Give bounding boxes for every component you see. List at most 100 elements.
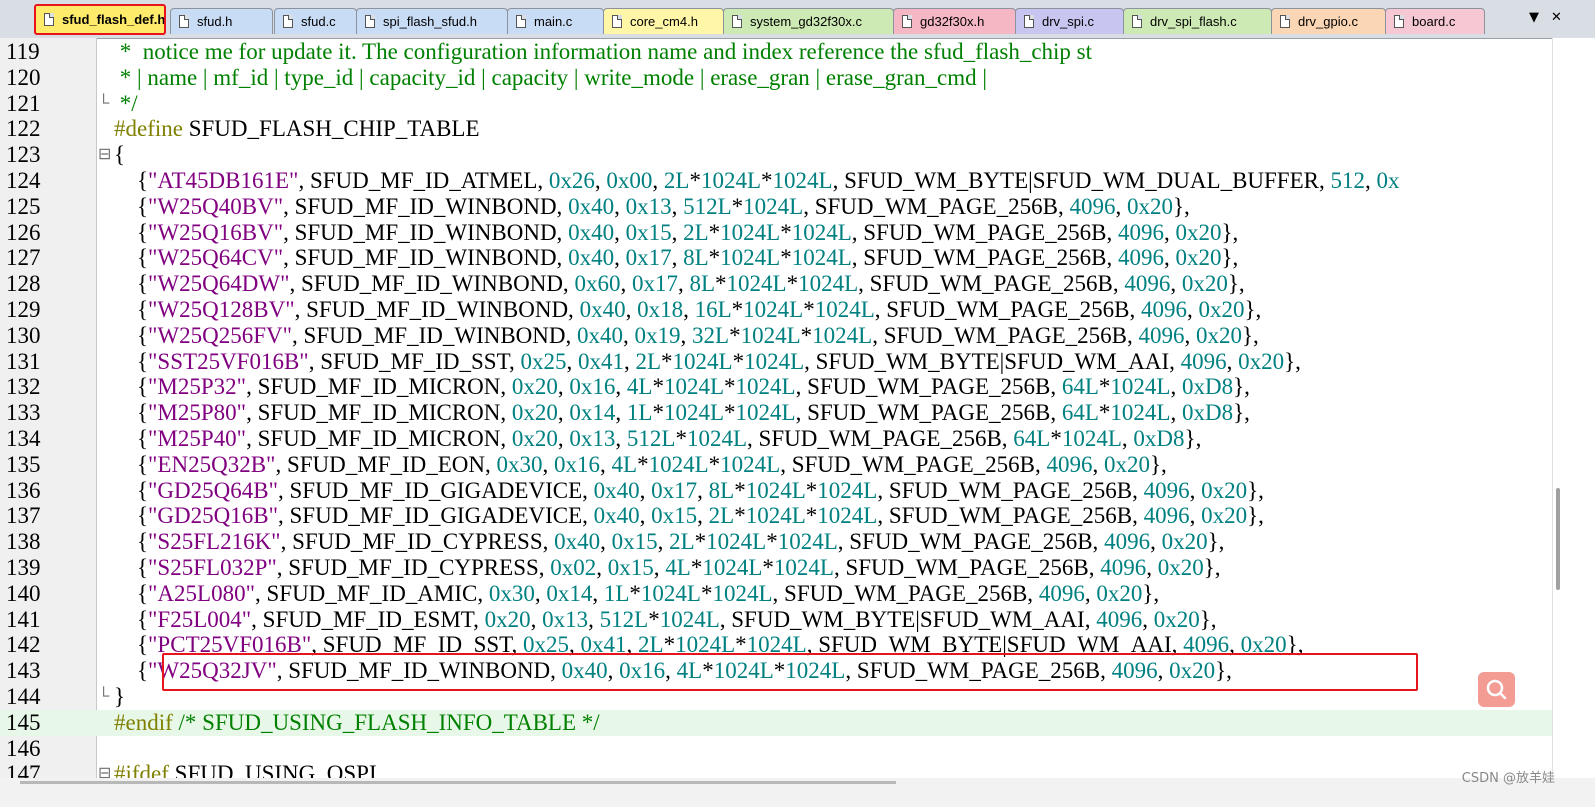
token: 0x15 <box>611 529 658 555</box>
code-line[interactable]: 134 {"M25P40", SFUD_MF_ID_MICRON, 0x20, … <box>0 426 1552 452</box>
token: 0x20 <box>1153 606 1200 632</box>
code-line[interactable]: 126 {"W25Q16BV", SFUD_MF_ID_WINBOND, 0x4… <box>0 220 1552 246</box>
tab-drv-spi-flash-c[interactable]: drv_spi_flash.c <box>1123 8 1272 34</box>
token: 1024L <box>745 477 806 503</box>
code-line[interactable]: 121 └ */ <box>0 91 1552 117</box>
token: , <box>557 400 570 426</box>
token: , <box>1365 168 1377 193</box>
code-line[interactable]: 127 {"W25Q64CV", SFUD_MF_ID_WINBOND, 0x4… <box>0 245 1552 271</box>
tab-gd32f30x-h[interactable]: gd32f30x.h <box>893 8 1016 34</box>
token: , SFUD_MF_ID_AMIC, <box>254 580 489 606</box>
fold-toggle-icon[interactable]: ⊟ <box>98 142 111 168</box>
token: * <box>694 529 707 555</box>
token: 1024L <box>740 322 801 348</box>
token: 0x30 <box>496 451 543 477</box>
code-line[interactable]: 128 {"W25Q64DW", SFUD_MF_ID_WINBOND, 0x6… <box>0 271 1552 297</box>
code-line[interactable]: 137 {"GD25Q16B", SFUD_MF_ID_GIGADEVICE, … <box>0 503 1552 529</box>
tab-sfud-h[interactable]: sfud.h <box>170 8 273 34</box>
fold-toggle-icon[interactable]: ⊟ <box>98 761 111 778</box>
token: 4096 <box>1038 580 1085 606</box>
line-number: 139 <box>6 555 41 580</box>
token: "GD25Q16B" <box>148 503 278 529</box>
token: , SFUD_WM_PAGE_256B, <box>795 400 1062 426</box>
token: * <box>661 348 673 374</box>
line-number: 125 <box>6 193 41 219</box>
tab-system-gd32f30x-c[interactable]: system_gd32f30x.c <box>723 8 894 34</box>
code-line[interactable]: 135 {"EN25Q32B", SFUD_MF_ID_EON, 0x30, 0… <box>0 452 1552 478</box>
horizontal-scrollbar-thumb[interactable] <box>20 781 896 784</box>
token: 0x20 <box>511 400 558 426</box>
search-float-button[interactable] <box>1478 672 1515 707</box>
code-line[interactable]: 130 {"W25Q256FV", SFUD_MF_ID_WINBOND, 0x… <box>0 323 1552 349</box>
line-number: 145 <box>6 709 41 735</box>
tab-spi-flash-sfud-h[interactable]: spi_flash_sfud.h <box>356 8 508 34</box>
token: * <box>708 245 721 271</box>
file-icon <box>1280 15 1290 28</box>
tab-drv-spi-c[interactable]: drv_spi.c <box>1015 8 1124 34</box>
token: 1024L <box>720 245 781 271</box>
token: * <box>734 503 746 529</box>
vertical-scrollbar[interactable] <box>1552 38 1595 778</box>
token: * <box>805 477 818 503</box>
code-line[interactable]: 145 #endif /* SFUD_USING_FLASH_INFO_TABLE… <box>0 709 1552 736</box>
code-line[interactable]: 125 {"W25Q40BV", SFUD_MF_ID_WINBOND, 0x4… <box>0 194 1552 220</box>
token: * <box>761 168 773 193</box>
code-line[interactable]: 136 {"GD25Q64B", SFUD_MF_ID_GIGADEVICE, … <box>0 478 1552 504</box>
token: #ifdef <box>114 761 169 778</box>
token: 1024L <box>712 580 773 606</box>
code-text: {"F25L004", SFUD_MF_ID_ESMT, 0x20, 0x13,… <box>114 607 1217 633</box>
line-number: 124 <box>6 168 41 193</box>
token: , SFUD_MF_ID_GIGADEVICE, <box>278 503 594 529</box>
token: "S25FL216K" <box>148 529 281 555</box>
file-icon <box>283 15 293 28</box>
token: , <box>671 245 684 271</box>
code-line[interactable]: 129 {"W25Q128BV", SFUD_MF_ID_WINBOND, 0x… <box>0 297 1552 323</box>
code-line[interactable]: 132 {"M25P32", SFUD_MF_ID_MICRON, 0x20, … <box>0 374 1552 400</box>
tab-board-c[interactable]: board.c <box>1385 8 1485 34</box>
close-tab-icon[interactable]: ✕ <box>1551 10 1562 25</box>
token: { <box>114 426 149 451</box>
token: , SFUD_WM_PAGE_256B, <box>872 322 1139 348</box>
line-number: 144 <box>6 684 41 709</box>
code-line[interactable]: 120 * | name | mf_id | type_id | capacit… <box>0 65 1552 91</box>
code-line[interactable]: 124 {"AT45DB161E", SFUD_MF_ID_ATMEL, 0x2… <box>0 168 1552 194</box>
tab-sfud-flash-def-h[interactable]: sfud_flash_def.h <box>34 4 166 35</box>
code-line[interactable]: 140 {"A25L080", SFUD_MF_ID_AMIC, 0x30, 0… <box>0 581 1552 607</box>
token: 0x20 <box>511 426 558 451</box>
token: 1024L <box>773 555 834 580</box>
tab-list-dropdown-icon[interactable]: ▼ <box>1529 10 1539 25</box>
vertical-scrollbar-thumb[interactable] <box>1556 488 1560 590</box>
tab-sfud-c[interactable]: sfud.c <box>274 8 357 34</box>
token: 0x20 <box>1161 529 1208 555</box>
code-line[interactable]: 146 <box>0 736 1552 762</box>
code-line[interactable]: 138 {"S25FL216K", SFUD_MF_ID_CYPRESS, 0x… <box>0 529 1552 555</box>
tab-drv-gpio-c[interactable]: drv_gpio.c <box>1271 8 1386 34</box>
token: , <box>1184 322 1196 348</box>
code-line[interactable]: 141 {"F25L004", SFUD_MF_ID_ESMT, 0x20, 0… <box>0 607 1552 633</box>
token: * <box>724 400 736 426</box>
code-line[interactable]: 139 {"S25FL032P", SFUD_MF_ID_CYPRESS, 0x… <box>0 555 1552 581</box>
token: , SFUD_MF_ID_WINBOND, <box>289 271 575 297</box>
code-text: * | name | mf_id | type_id | capacity_id… <box>114 65 987 91</box>
code-line[interactable]: 147 ⊟ #ifdef SFUD_USING_QSPI <box>0 761 1552 778</box>
token: 4096 <box>1138 322 1185 348</box>
token: * <box>637 451 649 477</box>
code-line[interactable]: 133 {"M25P80", SFUD_MF_ID_MICRON, 0x20, … <box>0 400 1552 426</box>
code-line[interactable]: 122 #define SFUD_FLASH_CHIP_TABLE <box>0 116 1552 142</box>
token: , SFUD_WM_BYTE|SFUD_WM_AAI, <box>804 348 1181 374</box>
code-text: #define SFUD_FLASH_CHIP_TABLE <box>114 116 480 142</box>
tab-core-cm4-h[interactable]: core_cm4.h <box>603 8 724 34</box>
token: , SFUD_WM_BYTE|SFUD_WM_DUAL_BUFFER, <box>832 168 1331 193</box>
code-line[interactable]: 131 {"SST25VF016B", SFUD_MF_ID_SST, 0x25… <box>0 349 1552 375</box>
token: * <box>780 219 792 245</box>
token: * <box>1098 374 1111 400</box>
code-line[interactable]: 119 * notice me for update it. The confi… <box>0 39 1552 65</box>
token: 0x20 <box>1096 580 1143 606</box>
code-line[interactable]: 123 ⊟{ <box>0 142 1552 168</box>
token: * <box>689 168 701 193</box>
token: "SST25VF016B" <box>148 348 309 374</box>
token: "EN25Q32B" <box>148 451 276 477</box>
token: 2L <box>683 219 709 245</box>
tab-main-c[interactable]: main.c <box>507 8 604 34</box>
token: , <box>1170 400 1182 426</box>
